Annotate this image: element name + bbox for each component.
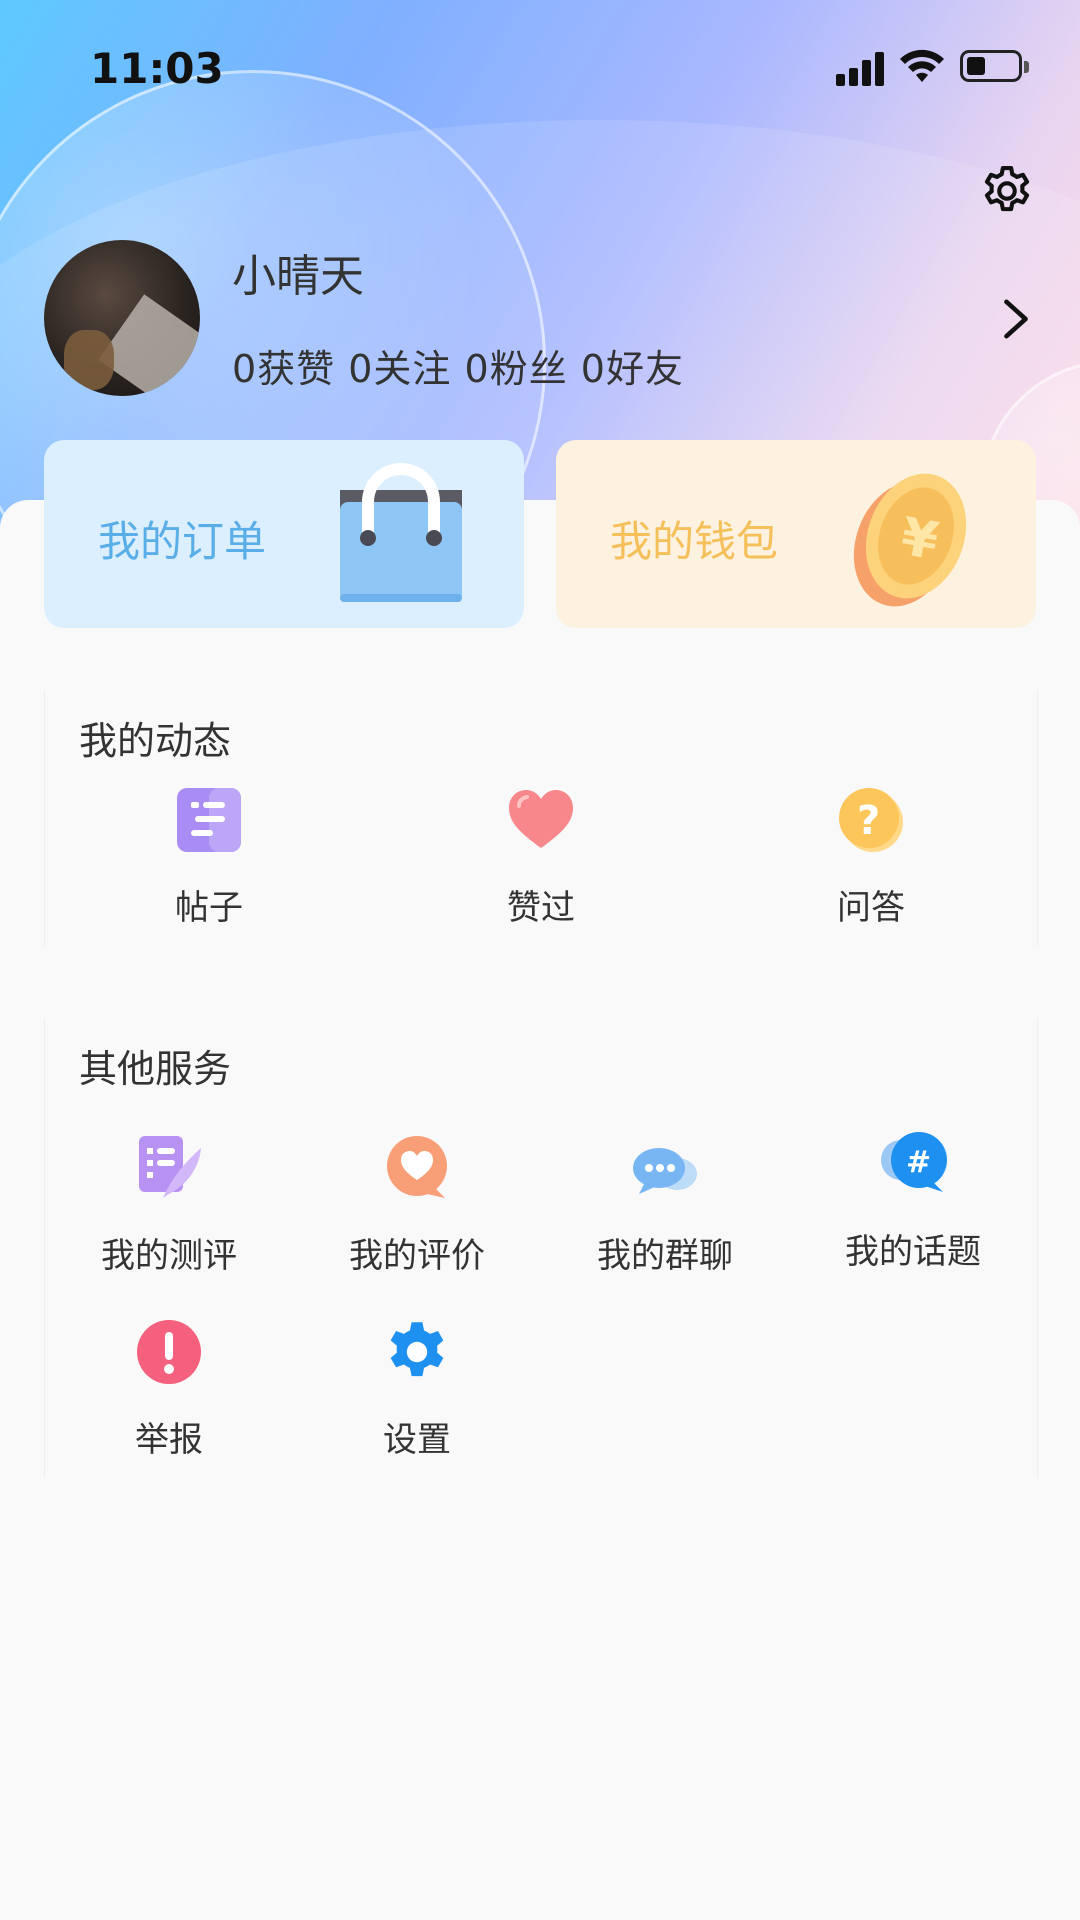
service-item-settings[interactable]: 设置 [317,1318,517,1461]
my-orders-card[interactable]: 我的订单 [44,440,524,628]
rating-heart-bubble-icon [387,1136,447,1198]
service-item-label: 我的话题 [845,1232,981,1272]
status-bar: 11:03 [0,0,1080,130]
activity-item-label: 帖子 [175,888,243,928]
post-icon [177,788,241,852]
service-item-label: 设置 [383,1420,451,1460]
my-wallet-card[interactable]: 我的钱包 ¥ [556,440,1036,628]
section-title: 其他服务 [79,1047,232,1091]
settings-gear-icon [390,1322,444,1377]
service-item-reviews[interactable]: 我的测评 [69,1134,269,1277]
activity-item-label: 赞过 [507,888,575,928]
service-item-label: 我的评价 [349,1236,485,1276]
activity-item-qa[interactable]: ? 问答 [771,786,971,929]
status-time: 11:03 [90,44,224,93]
activity-item-label: 问答 [837,888,905,928]
other-services-section: 其他服务 我的测评 我的评价 我的群聊 # 我的话题 举报 设置 [44,1018,1038,1478]
section-title: 我的动态 [79,719,232,763]
report-icon [137,1320,201,1384]
chevron-right-icon[interactable] [996,298,1036,340]
avatar[interactable] [44,240,200,396]
battery-icon [960,50,1029,82]
username[interactable]: 小晴天 [232,240,364,304]
settings-gear-icon[interactable] [978,162,1036,220]
service-item-ratings[interactable]: 我的评价 [317,1134,517,1277]
wifi-icon [900,49,944,82]
my-activity-section: 我的动态 帖子 赞过 ? 问答 [44,690,1038,946]
service-item-label: 我的测评 [101,1236,237,1276]
my-orders-label: 我的订单 [98,517,267,566]
activity-item-liked[interactable]: 赞过 [441,786,641,929]
profile-stats[interactable]: 0获赞 0关注 0粉丝 0好友 [232,338,684,393]
svg-text:#: # [906,1145,931,1180]
my-wallet-label: 我的钱包 [610,517,779,566]
service-item-group-chats[interactable]: 我的群聊 [565,1134,765,1277]
group-chat-icon [633,1148,697,1194]
topic-hash-icon: # [881,1132,947,1192]
coin-icon: ¥ [853,473,967,607]
activity-item-posts[interactable]: 帖子 [109,786,309,929]
heart-icon [509,790,573,848]
review-quill-icon [139,1136,201,1198]
service-item-label: 举报 [135,1420,203,1460]
svg-text:?: ? [857,798,880,844]
shopping-bag-icon [340,463,462,602]
service-item-topics[interactable]: # 我的话题 [813,1130,1013,1273]
service-item-label: 我的群聊 [597,1236,733,1276]
service-item-report[interactable]: 举报 [69,1318,269,1461]
question-icon: ? [839,788,903,852]
cellular-signal-icon [836,52,886,86]
